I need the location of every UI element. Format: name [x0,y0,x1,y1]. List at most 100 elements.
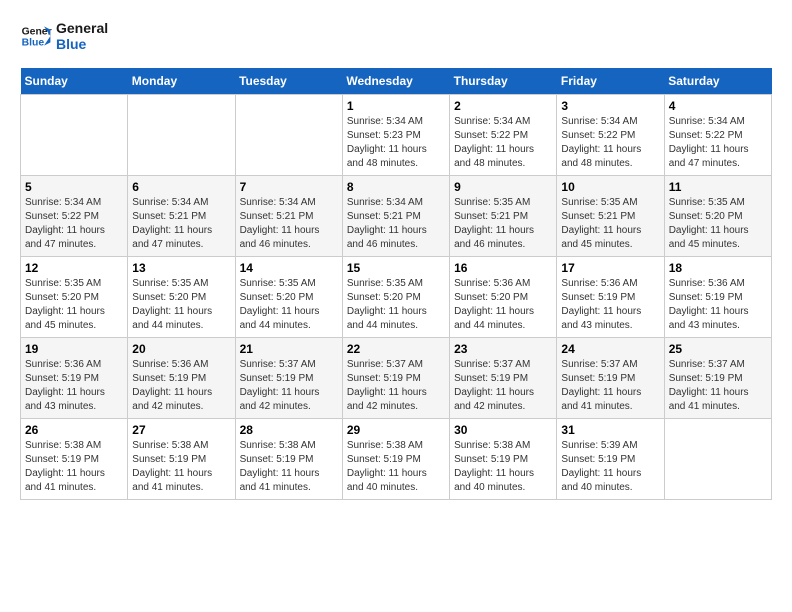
logo-icon: General Blue [20,20,52,52]
day-info: Sunrise: 5:35 AMSunset: 5:20 PMDaylight:… [25,277,123,333]
day-number: 22 [347,342,445,356]
day-number: 6 [132,180,230,194]
day-number: 30 [454,423,552,437]
weekday-header-monday: Monday [128,68,235,95]
day-cell: 11 Sunrise: 5:35 AMSunset: 5:20 PMDayligh… [664,176,771,257]
day-info: Sunrise: 5:34 AMSunset: 5:21 PMDaylight:… [240,196,338,252]
day-cell [664,419,771,500]
day-info: Sunrise: 5:34 AMSunset: 5:21 PMDaylight:… [347,196,445,252]
svg-text:General: General [22,26,52,37]
day-info: Sunrise: 5:34 AMSunset: 5:22 PMDaylight:… [561,115,659,171]
day-info: Sunrise: 5:35 AMSunset: 5:20 PMDaylight:… [669,196,767,252]
day-info: Sunrise: 5:35 AMSunset: 5:21 PMDaylight:… [454,196,552,252]
day-number: 31 [561,423,659,437]
day-info: Sunrise: 5:36 AMSunset: 5:19 PMDaylight:… [669,277,767,333]
week-row-5: 26Sunrise: 5:38 AMSunset: 5:19 PMDayligh… [21,419,772,500]
day-cell [235,95,342,176]
day-number: 4 [669,99,767,113]
weekday-header-tuesday: Tuesday [235,68,342,95]
day-number: 14 [240,261,338,275]
day-number: 1 [347,99,445,113]
day-number: 7 [240,180,338,194]
day-cell: 21 Sunrise: 5:37 AMSunset: 5:19 PMDayligh… [235,338,342,419]
day-number: 20 [132,342,230,356]
day-info: Sunrise: 5:37 AMSunset: 5:19 PMDaylight:… [669,358,767,414]
weekday-header-row: SundayMondayTuesdayWednesdayThursdayFrid… [21,68,772,95]
week-row-1: 1 Sunrise: 5:34 AMSunset: 5:23 PMDaylight… [21,95,772,176]
day-info: Sunrise: 5:36 AMSunset: 5:19 PMDaylight:… [132,358,230,414]
day-number: 13 [132,261,230,275]
day-info: Sunrise: 5:38 AMSunset: 5:19 PMDaylight:… [454,439,552,495]
day-cell: 30 Sunrise: 5:38 AMSunset: 5:19 PMDayligh… [450,419,557,500]
day-number: 23 [454,342,552,356]
day-info: Sunrise: 5:35 AMSunset: 5:20 PMDaylight:… [347,277,445,333]
week-row-3: 12 Sunrise: 5:35 AMSunset: 5:20 PMDayligh… [21,257,772,338]
weekday-header-thursday: Thursday [450,68,557,95]
day-cell: 16 Sunrise: 5:36 AMSunset: 5:20 PMDayligh… [450,257,557,338]
day-info: Sunrise: 5:37 AMSunset: 5:19 PMDaylight:… [454,358,552,414]
day-cell: 2 Sunrise: 5:34 AMSunset: 5:22 PMDaylight… [450,95,557,176]
day-number: 24 [561,342,659,356]
day-info: Sunrise: 5:36 AMSunset: 5:20 PMDaylight:… [454,277,552,333]
day-cell: 7 Sunrise: 5:34 AMSunset: 5:21 PMDaylight… [235,176,342,257]
weekday-header-friday: Friday [557,68,664,95]
day-cell: 19 Sunrise: 5:36 AMSunset: 5:19 PMDayligh… [21,338,128,419]
day-cell: 14 Sunrise: 5:35 AMSunset: 5:20 PMDayligh… [235,257,342,338]
day-info: Sunrise: 5:36 AMSunset: 5:19 PMDaylight:… [25,358,123,414]
day-cell: 22 Sunrise: 5:37 AMSunset: 5:19 PMDayligh… [342,338,449,419]
day-number: 15 [347,261,445,275]
day-number: 11 [669,180,767,194]
day-number: 18 [669,261,767,275]
day-cell: 28 Sunrise: 5:38 AMSunset: 5:19 PMDayligh… [235,419,342,500]
day-cell: 26Sunrise: 5:38 AMSunset: 5:19 PMDayligh… [21,419,128,500]
day-cell: 25 Sunrise: 5:37 AMSunset: 5:19 PMDayligh… [664,338,771,419]
day-number: 21 [240,342,338,356]
page-header: General Blue General Blue [20,20,772,52]
day-cell: 23 Sunrise: 5:37 AMSunset: 5:19 PMDayligh… [450,338,557,419]
weekday-header-saturday: Saturday [664,68,771,95]
day-info: Sunrise: 5:37 AMSunset: 5:19 PMDaylight:… [347,358,445,414]
day-number: 9 [454,180,552,194]
day-cell: 27Sunrise: 5:38 AMSunset: 5:19 PMDayligh… [128,419,235,500]
day-info: Sunrise: 5:35 AMSunset: 5:20 PMDaylight:… [132,277,230,333]
day-cell: 3 Sunrise: 5:34 AMSunset: 5:22 PMDaylight… [557,95,664,176]
day-info: Sunrise: 5:34 AMSunset: 5:21 PMDaylight:… [132,196,230,252]
day-info: Sunrise: 5:38 AMSunset: 5:19 PMDaylight:… [132,439,230,495]
day-info: Sunrise: 5:37 AMSunset: 5:19 PMDaylight:… [561,358,659,414]
day-info: Sunrise: 5:34 AMSunset: 5:23 PMDaylight:… [347,115,445,171]
day-number: 29 [347,423,445,437]
day-cell [21,95,128,176]
day-cell: 8 Sunrise: 5:34 AMSunset: 5:21 PMDaylight… [342,176,449,257]
weekday-header-sunday: Sunday [21,68,128,95]
day-cell: 20 Sunrise: 5:36 AMSunset: 5:19 PMDayligh… [128,338,235,419]
day-number: 19 [25,342,123,356]
day-info: Sunrise: 5:35 AMSunset: 5:21 PMDaylight:… [561,196,659,252]
day-number: 12 [25,261,123,275]
day-number: 8 [347,180,445,194]
day-info: Sunrise: 5:34 AMSunset: 5:22 PMDaylight:… [25,196,123,252]
week-row-2: 5 Sunrise: 5:34 AMSunset: 5:22 PMDaylight… [21,176,772,257]
day-info: Sunrise: 5:35 AMSunset: 5:20 PMDaylight:… [240,277,338,333]
day-cell: 1 Sunrise: 5:34 AMSunset: 5:23 PMDaylight… [342,95,449,176]
weekday-header-wednesday: Wednesday [342,68,449,95]
day-number: 5 [25,180,123,194]
logo: General Blue General Blue [20,20,108,52]
day-cell: 18 Sunrise: 5:36 AMSunset: 5:19 PMDayligh… [664,257,771,338]
day-cell: 24 Sunrise: 5:37 AMSunset: 5:19 PMDayligh… [557,338,664,419]
day-number: 25 [669,342,767,356]
day-info: Sunrise: 5:38 AMSunset: 5:19 PMDaylight:… [240,439,338,495]
day-number: 16 [454,261,552,275]
day-cell: 13 Sunrise: 5:35 AMSunset: 5:20 PMDayligh… [128,257,235,338]
day-number: 28 [240,423,338,437]
svg-text:Blue: Blue [22,38,45,49]
calendar-table: SundayMondayTuesdayWednesdayThursdayFrid… [20,68,772,500]
day-cell: 4Sunrise: 5:34 AMSunset: 5:22 PMDaylight… [664,95,771,176]
day-number: 3 [561,99,659,113]
day-cell: 15 Sunrise: 5:35 AMSunset: 5:20 PMDayligh… [342,257,449,338]
day-info: Sunrise: 5:34 AMSunset: 5:22 PMDaylight:… [454,115,552,171]
day-number: 17 [561,261,659,275]
day-cell: 10Sunrise: 5:35 AMSunset: 5:21 PMDayligh… [557,176,664,257]
day-cell: 12 Sunrise: 5:35 AMSunset: 5:20 PMDayligh… [21,257,128,338]
day-info: Sunrise: 5:37 AMSunset: 5:19 PMDaylight:… [240,358,338,414]
day-number: 2 [454,99,552,113]
